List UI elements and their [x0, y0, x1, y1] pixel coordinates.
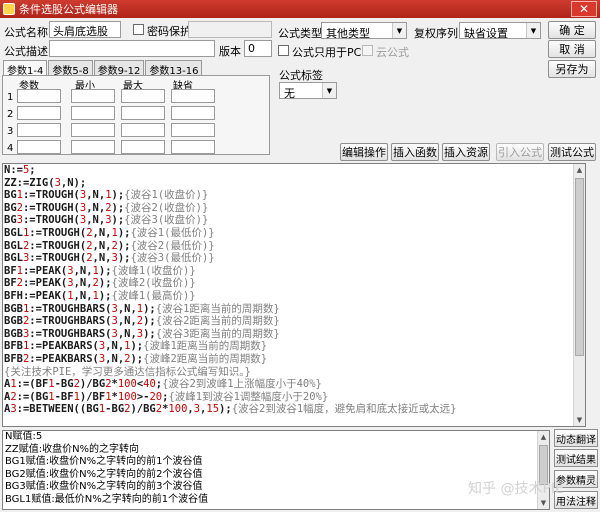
code-line[interactable]: BF1:=PEAK(3,N,1);{波峰1(收盘价)} — [4, 265, 585, 278]
close-button[interactable]: ✕ — [571, 1, 597, 17]
code-line[interactable]: {关注技术PIE，学习更多通达信指标公式编写知识。} — [4, 366, 585, 379]
version-input[interactable]: 0 — [244, 40, 272, 57]
edit-ops-button[interactable]: 编辑操作 — [340, 143, 388, 161]
rights-label: 复权序列 — [414, 27, 458, 40]
param-min-cell[interactable] — [71, 140, 115, 154]
app-icon — [3, 3, 15, 15]
param-row-number: 4 — [7, 143, 14, 154]
insert-function-button[interactable]: 插入函数 — [391, 143, 439, 161]
tag-value: 无 — [284, 87, 295, 100]
code-line[interactable]: ZZ:=ZIG(3,N); — [4, 177, 585, 190]
tab-params-5-8[interactable]: 参数5-8 — [48, 60, 93, 77]
param-row-number: 1 — [7, 92, 14, 103]
code-text[interactable]: N:=5; ZZ:=ZIG(3,N); BG1:=TROUGH(3,N,1);{波谷… — [3, 164, 585, 416]
password-input — [188, 21, 272, 38]
param-row-number: 3 — [7, 126, 14, 137]
code-line[interactable]: BFB1:=PEAKBARS(3,N,1);{波峰1距离当前的周期数} — [4, 340, 585, 353]
test-formula-button[interactable]: 测试公式 — [548, 143, 596, 161]
pc-only-checkbox[interactable] — [278, 45, 289, 56]
pc-only-label: 公式只用于PC — [292, 46, 362, 59]
desc-input[interactable] — [49, 40, 215, 57]
param-name-cell[interactable] — [17, 106, 61, 120]
output-line: N赋值:5 — [5, 431, 43, 442]
code-line[interactable]: BGB3:=TROUGHBARS(3,N,3);{波谷3距离当前的周期数} — [4, 328, 585, 341]
param-max-cell[interactable] — [121, 123, 165, 137]
close-icon: ✕ — [578, 2, 590, 16]
desc-label: 公式描述 — [4, 45, 48, 58]
output-line: BG1赋值:收盘价N%之字转向的前1个波谷值 — [5, 456, 203, 468]
chevron-down-icon: ▼ — [526, 23, 540, 38]
param-default-cell[interactable] — [171, 106, 215, 120]
scroll-down-icon[interactable]: ▼ — [574, 414, 585, 426]
rights-select[interactable]: 缺省设置 ▼ — [459, 22, 541, 40]
output-line: ZZ赋值:收盘价N%的之字转向 — [5, 443, 140, 455]
password-label: 密码保护 — [147, 25, 191, 38]
param-default-cell[interactable] — [171, 140, 215, 154]
output-panel: N赋值:5 ZZ赋值:收盘价N%的之字转向 BG1赋值:收盘价N%之字转向的前1… — [2, 430, 550, 510]
tab-params-9-12[interactable]: 参数9-12 — [93, 60, 145, 77]
code-line[interactable]: BF2:=PEAK(3,N,2);{波峰2(收盘价)} — [4, 277, 585, 290]
param-max-cell[interactable] — [121, 89, 165, 103]
title-bar: 条件选股公式编辑器 ✕ — [0, 0, 600, 18]
code-line[interactable]: BFH:=PEAK(1,N,1);{波峰1(最高价)} — [4, 290, 585, 303]
tab-params-13-16[interactable]: 参数13-16 — [145, 60, 203, 77]
save-as-button[interactable]: 另存为 — [548, 60, 596, 78]
code-line[interactable]: A3:=BETWEEN((BG1-BG2)/BG2*100,3,15);{波谷2… — [4, 403, 585, 416]
code-line[interactable]: BGL3:=TROUGH(2,N,3);{波谷3(最低价)} — [4, 252, 585, 265]
scroll-thumb[interactable] — [575, 178, 584, 356]
editor-scrollbar[interactable]: ▲ ▼ — [573, 164, 585, 426]
param-name-cell[interactable] — [17, 140, 61, 154]
import-formula-button: 引入公式 — [496, 143, 544, 161]
ok-button[interactable]: 确 定 — [548, 21, 596, 39]
dynamic-translate-button[interactable]: 动态翻译 — [554, 429, 598, 447]
param-min-cell[interactable] — [71, 123, 115, 137]
param-tabs: 参数1-4 参数5-8 参数9-12 参数13-16 — [3, 60, 203, 77]
param-min-cell[interactable] — [71, 106, 115, 120]
code-line[interactable]: BGL1:=TROUGH(2,N,1);{波谷1(最低价)} — [4, 227, 585, 240]
test-result-button[interactable]: 测试结果 — [554, 449, 598, 467]
cancel-button[interactable]: 取 消 — [548, 40, 596, 58]
param-max-cell[interactable] — [121, 140, 165, 154]
code-line[interactable]: BFB2:=PEAKBARS(3,N,2);{波峰2距离当前的周期数} — [4, 353, 585, 366]
type-label: 公式类型 — [278, 27, 322, 40]
code-editor[interactable]: N:=5; ZZ:=ZIG(3,N); BG1:=TROUGH(3,N,1);{波谷… — [2, 163, 586, 427]
password-checkbox[interactable] — [133, 24, 144, 35]
param-panel: 参数 最小 最大 缺省 1 2 3 4 — [2, 75, 270, 155]
code-line[interactable]: N:=5; — [4, 164, 585, 177]
chevron-down-icon: ▼ — [392, 23, 406, 38]
param-name-cell[interactable] — [17, 89, 61, 103]
rights-value: 缺省设置 — [464, 27, 508, 40]
param-default-cell[interactable] — [171, 89, 215, 103]
scroll-up-icon[interactable]: ▲ — [574, 164, 585, 176]
watermark: 知乎 @技术PIE — [468, 481, 564, 497]
param-row-number: 2 — [7, 109, 14, 120]
code-line[interactable]: BGB1:=TROUGHBARS(3,N,1);{波谷1距离当前的周期数} — [4, 303, 585, 316]
chevron-down-icon: ▼ — [322, 83, 336, 98]
code-line[interactable]: BG3:=TROUGH(3,N,3);{波谷3(收盘价)} — [4, 214, 585, 227]
insert-resource-button[interactable]: 插入资源 — [442, 143, 490, 161]
code-line[interactable]: A1:=(BF1-BG2)/BG2*100<40;{波谷2到波峰1上涨幅度小于4… — [4, 378, 585, 391]
code-line[interactable]: A2:=(BG1-BF1)/BF1*100>-20;{波峰1到波谷1调整幅度小于… — [4, 391, 585, 404]
scroll-up-icon[interactable]: ▲ — [538, 431, 549, 443]
tag-select[interactable]: 无 ▼ — [279, 82, 337, 100]
code-line[interactable]: BGL2:=TROUGH(2,N,2);{波谷2(最低价)} — [4, 240, 585, 253]
type-value: 其他类型 — [326, 27, 370, 40]
name-label: 公式名称 — [4, 26, 48, 39]
cloud-label: 云公式 — [376, 46, 409, 59]
param-min-cell[interactable] — [71, 89, 115, 103]
code-line[interactable]: BG2:=TROUGH(3,N,2);{波谷2(收盘价)} — [4, 202, 585, 215]
cloud-checkbox — [362, 45, 373, 56]
code-line[interactable]: BGB2:=TROUGHBARS(3,N,2);{波谷2距离当前的周期数} — [4, 315, 585, 328]
type-select[interactable]: 其他类型 ▼ — [321, 22, 407, 40]
param-name-cell[interactable] — [17, 123, 61, 137]
param-default-cell[interactable] — [171, 123, 215, 137]
code-line[interactable]: BG1:=TROUGH(3,N,1);{波谷1(收盘价)} — [4, 189, 585, 202]
scroll-down-icon[interactable]: ▼ — [538, 497, 549, 509]
param-max-cell[interactable] — [121, 106, 165, 120]
tag-label: 公式标签 — [279, 69, 323, 82]
version-label: 版本 — [219, 45, 241, 58]
name-input[interactable]: 头肩底选股 — [49, 21, 121, 38]
window-title: 条件选股公式编辑器 — [19, 3, 118, 16]
